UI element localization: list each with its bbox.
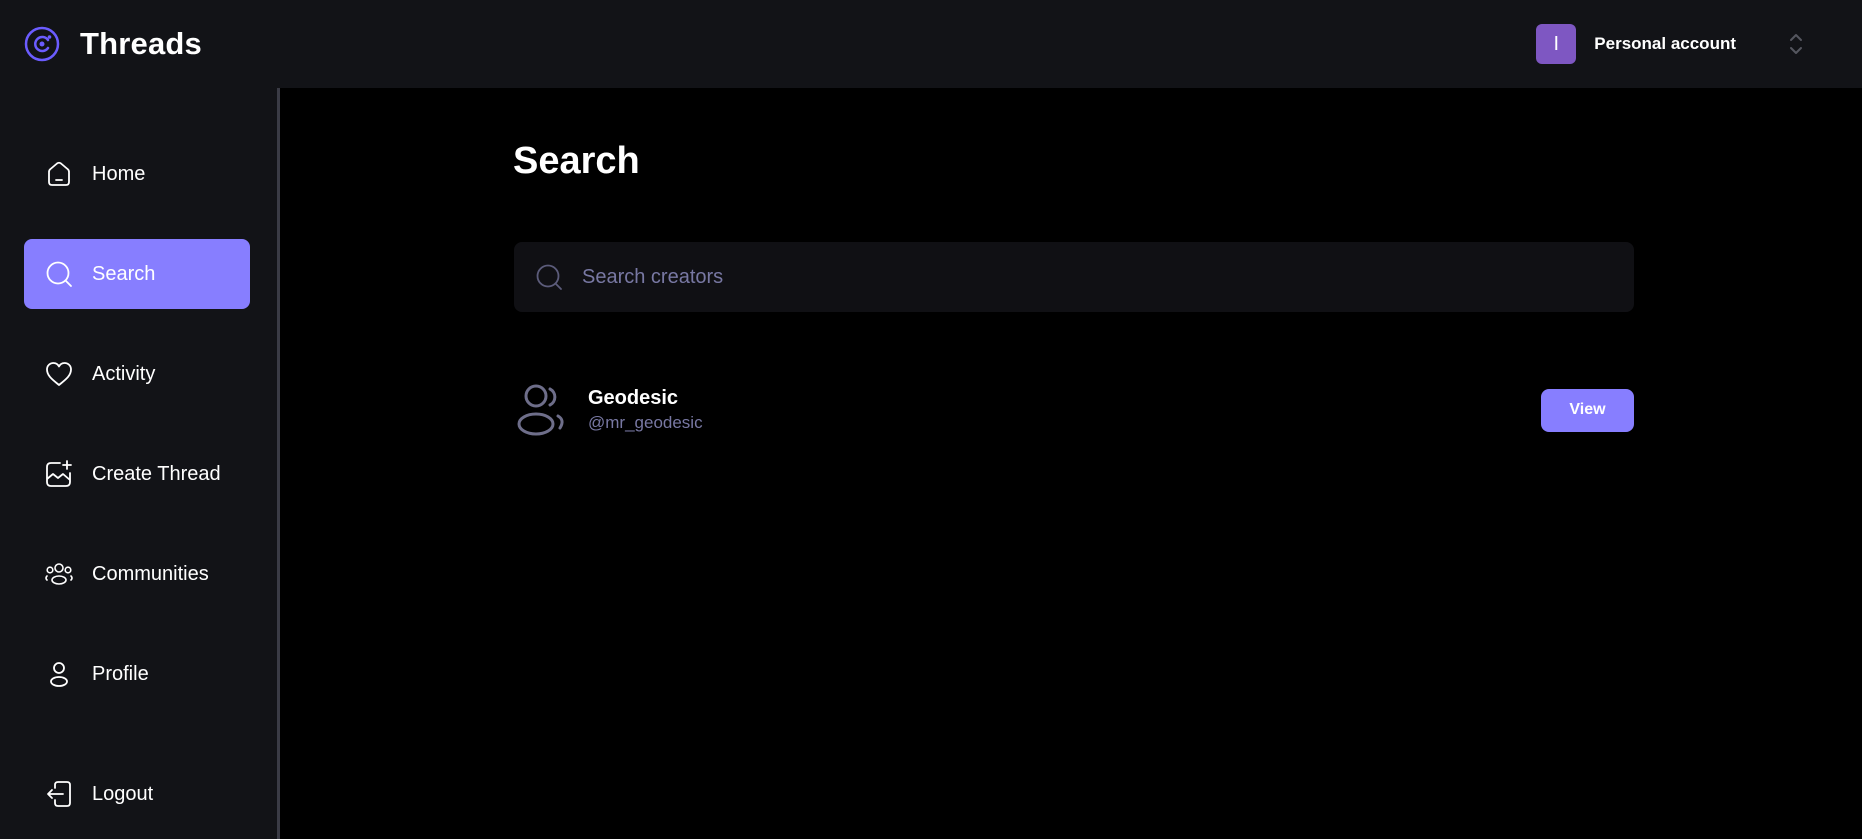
account-avatar[interactable]: I	[1536, 24, 1577, 64]
search-icon	[46, 261, 72, 287]
sidebar-item-home[interactable]: Home	[24, 139, 250, 209]
communities-icon	[45, 563, 73, 585]
sidebar-item-label: Create Thread	[92, 462, 221, 485]
sidebar-item-activity[interactable]: Activity	[24, 339, 250, 409]
create-thread-icon	[46, 460, 72, 487]
search-bar[interactable]	[514, 242, 1634, 312]
left-sidebar: Home Search Activity Create Thread Commu…	[0, 88, 280, 839]
sidebar-item-label: Logout	[92, 782, 154, 805]
top-bar: Threads I Personal account	[0, 0, 1862, 88]
heart-icon	[46, 362, 72, 386]
search-result-info: Geodesic @mr_geodesic	[588, 387, 1541, 433]
user-group-icon	[517, 384, 564, 436]
view-profile-button[interactable]: View	[1541, 388, 1634, 432]
brand[interactable]: Threads	[24, 26, 202, 62]
search-result-name: Geodesic	[588, 387, 679, 409]
sidebar-item-label: Activity	[92, 362, 156, 385]
sidebar-item-label: Home	[92, 162, 146, 185]
sidebar-item-profile[interactable]: Profile	[24, 639, 250, 709]
brand-name: Threads	[80, 26, 202, 61]
sidebar-item-logout[interactable]: Logout	[24, 759, 250, 829]
sidebar-item-label: Search	[92, 262, 156, 285]
page-title: Search	[513, 140, 640, 182]
home-icon	[48, 161, 70, 186]
logout-icon	[47, 781, 71, 807]
user-icon	[50, 662, 68, 687]
sidebar-item-label: Communities	[92, 562, 209, 585]
sidebar-item-search[interactable]: Search	[24, 239, 250, 309]
sidebar-item-communities[interactable]: Communities	[24, 539, 250, 609]
account-switcher[interactable]: I Personal account	[1536, 24, 1804, 64]
account-label[interactable]: Personal account	[1594, 34, 1736, 54]
account-avatar-initial: I	[1553, 32, 1560, 55]
search-input[interactable]	[582, 242, 1634, 312]
search-result-row: Geodesic @mr_geodesic View	[514, 380, 1634, 440]
sidebar-item-label: Profile	[92, 662, 149, 685]
chevron-up-down-icon[interactable]	[1788, 31, 1804, 57]
search-icon	[536, 264, 562, 290]
threads-logo-icon	[24, 26, 60, 62]
search-result-handle: @mr_geodesic	[588, 413, 703, 432]
main-content: Search Geodesic @mr_geodesic View	[283, 88, 1862, 839]
sidebar-item-create-thread[interactable]: Create Thread	[24, 439, 250, 509]
